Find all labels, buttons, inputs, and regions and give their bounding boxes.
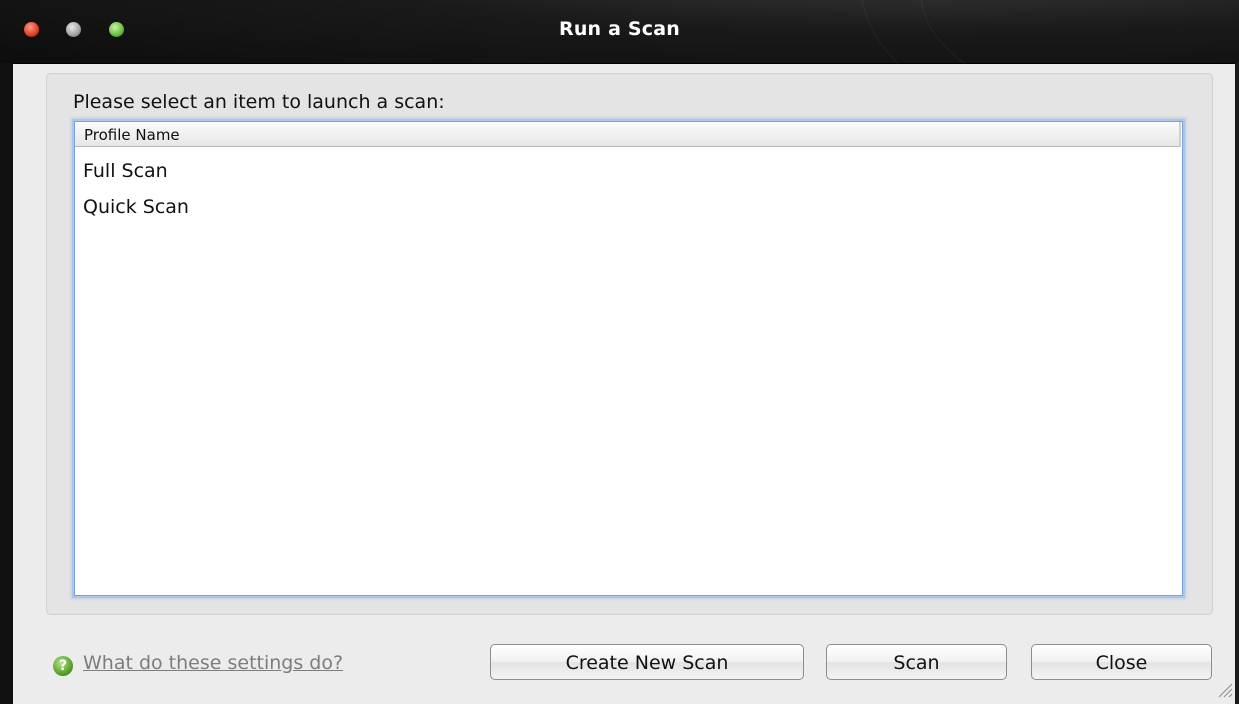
instruction-label: Please select an item to launch a scan: [73, 91, 445, 113]
window-border-left [0, 63, 13, 704]
run-scan-window: Run a Scan Please select an item to laun… [0, 0, 1239, 704]
window-title: Run a Scan [558, 18, 681, 40]
close-button[interactable]: Close [1031, 644, 1212, 680]
list-item-quick-scan[interactable]: Quick Scan [83, 196, 189, 218]
column-header-label: Profile Name [84, 126, 180, 144]
help-settings-link[interactable]: What do these settings do? [83, 652, 343, 674]
create-new-scan-button[interactable]: Create New Scan [490, 644, 804, 680]
column-header-profile-name[interactable]: Profile Name [75, 122, 1181, 147]
scan-button[interactable]: Scan [826, 644, 1007, 680]
scan-profile-list[interactable]: Profile Name Full Scan Quick Scan [74, 121, 1183, 596]
question-mark-icon[interactable]: ? [53, 656, 73, 676]
resize-grip-icon[interactable] [1215, 680, 1233, 698]
title-bar[interactable]: Run a Scan [0, 0, 1239, 142]
window-border-right [1235, 63, 1239, 704]
list-item-full-scan[interactable]: Full Scan [83, 160, 168, 182]
dialog-content: Please select an item to launch a scan: … [13, 64, 1235, 704]
